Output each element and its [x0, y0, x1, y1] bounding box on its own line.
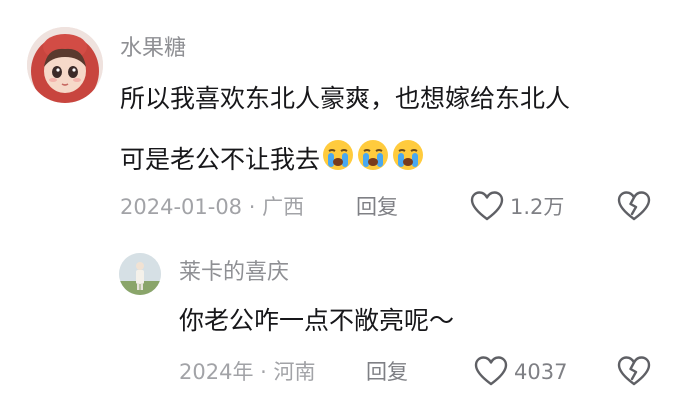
like-count: 1.2万	[510, 195, 565, 219]
comment-text-line-2: 可是老公不让我去	[120, 145, 321, 174]
reply-text: 你老公咋一点不敞亮呢～	[179, 306, 455, 335]
cartoon-girl-red-hood-avatar	[27, 27, 103, 103]
avatar[interactable]	[27, 27, 103, 103]
reply-username[interactable]: 莱卡的喜庆	[179, 262, 289, 284]
reply-reply-button[interactable]: 回复	[366, 362, 408, 383]
crying-emoji-icon	[391, 138, 425, 172]
person-standing-photo-avatar	[119, 253, 161, 295]
comment-text-line-1: 所以我喜欢东北人豪爽，也想嫁给东北人	[120, 84, 571, 113]
heart-outline-icon	[474, 356, 508, 386]
comment-username[interactable]: 水果糖	[120, 38, 186, 60]
broken-heart-icon	[617, 191, 651, 221]
broken-heart-icon	[617, 356, 651, 386]
comment-meta: 2024-01-08 · 广西	[120, 195, 305, 219]
dislike-button[interactable]	[617, 190, 651, 222]
reply-like-count: 4037	[514, 360, 568, 384]
crying-emoji-icon	[321, 138, 355, 172]
reply-like-button[interactable]	[474, 355, 508, 387]
comment-text-line-2-wrapper: 可是老公不让我去	[120, 138, 425, 175]
reply-dislike-button[interactable]	[617, 355, 651, 387]
reply-button[interactable]: 回复	[356, 197, 398, 218]
reply-avatar[interactable]	[119, 253, 161, 295]
crying-emoji-icon	[356, 138, 390, 172]
like-button[interactable]	[470, 190, 504, 222]
heart-outline-icon	[470, 191, 504, 221]
reply-meta: 2024年 · 河南	[179, 360, 316, 384]
